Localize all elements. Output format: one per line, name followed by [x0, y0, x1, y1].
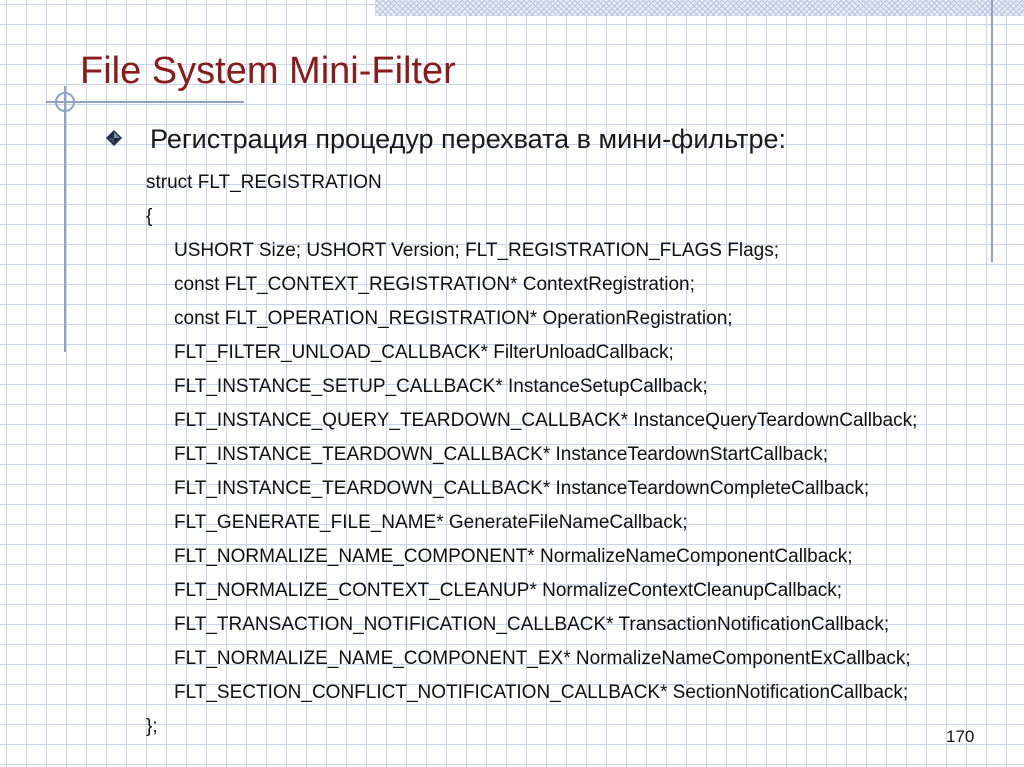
diamond-bullet-icon: [106, 130, 122, 146]
code-field-line: FLT_FILTER_UNLOAD_CALLBACK* FilterUnload…: [174, 342, 674, 363]
code-field-line: const FLT_CONTEXT_REGISTRATION* ContextR…: [174, 274, 695, 295]
page-number: 170: [946, 727, 975, 746]
code-open-brace: {: [146, 206, 153, 227]
code-field-line: FLT_NORMALIZE_CONTEXT_CLEANUP* Normalize…: [174, 580, 843, 601]
header-pattern-band: [375, 0, 1024, 16]
code-struct-header: struct FLT_REGISTRATION: [146, 172, 382, 193]
code-close-brace: };: [146, 716, 158, 737]
bullet-text: Регистрация процедур перехвата в мини-фи…: [150, 124, 787, 154]
decor-vertical-line-right: [991, 0, 993, 262]
code-field-line: FLT_NORMALIZE_NAME_COMPONENT_EX* Normali…: [174, 648, 911, 669]
code-field-line: const FLT_OPERATION_REGISTRATION* Operat…: [174, 308, 733, 329]
code-field-line: FLT_SECTION_CONFLICT_NOTIFICATION_CALLBA…: [174, 682, 909, 703]
code-field-line: FLT_INSTANCE_SETUP_CALLBACK* InstanceSet…: [174, 376, 708, 397]
code-field-line: FLT_NORMALIZE_NAME_COMPONENT* NormalizeN…: [174, 546, 853, 567]
code-field-line: FLT_INSTANCE_TEARDOWN_CALLBACK* Instance…: [174, 478, 870, 499]
decor-vertical-line-left: [64, 86, 66, 352]
code-field-line: FLT_INSTANCE_TEARDOWN_CALLBACK* Instance…: [174, 444, 828, 465]
decor-circle: [55, 92, 75, 112]
slide-title: File System Mini-Filter: [80, 50, 456, 92]
code-field-line: FLT_INSTANCE_QUERY_TEARDOWN_CALLBACK* In…: [174, 410, 918, 431]
code-field-line: FLT_TRANSACTION_NOTIFICATION_CALLBACK* T…: [174, 614, 890, 635]
decor-title-underline: [46, 101, 244, 103]
code-field-line: USHORT Size; USHORT Version; FLT_REGISTR…: [174, 240, 779, 261]
code-field-line: FLT_GENERATE_FILE_NAME* GenerateFileName…: [174, 512, 688, 533]
